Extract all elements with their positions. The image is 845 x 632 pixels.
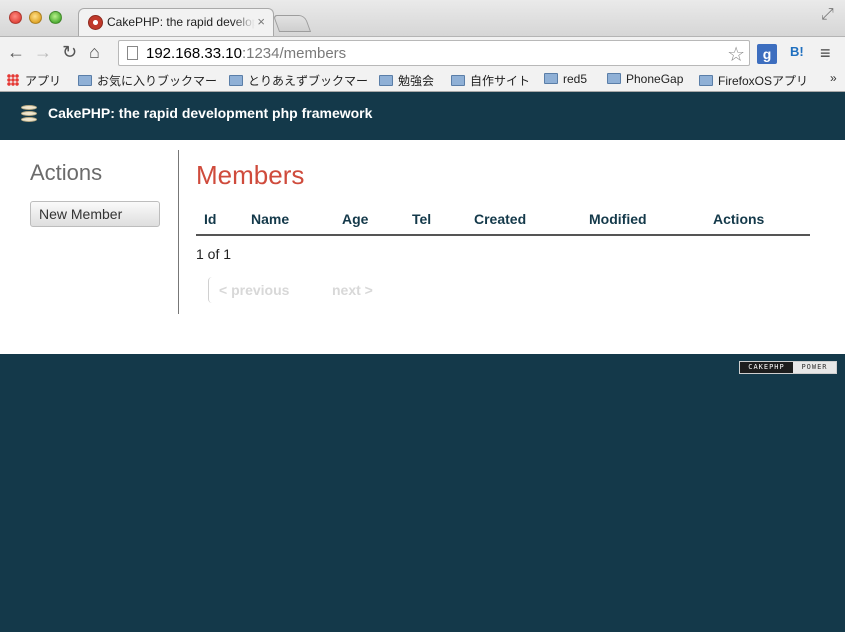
bookmark-label: お気に入りブックマー bbox=[97, 74, 218, 88]
new-tab-button[interactable] bbox=[272, 15, 312, 32]
bookmark-apps[interactable]: アプリ bbox=[7, 72, 61, 89]
bookmark-folder[interactable]: PhoneGap bbox=[607, 72, 683, 86]
page-title: Members bbox=[196, 160, 305, 190]
bookmark-label: FirefoxOSアプリ bbox=[718, 74, 809, 88]
column-header-modified[interactable]: Modified bbox=[589, 211, 647, 227]
folder-icon bbox=[451, 75, 465, 86]
bookmark-label: とりあえずブックマー bbox=[248, 74, 369, 88]
page-icon bbox=[127, 46, 138, 60]
bookmark-folder[interactable]: とりあえずブックマー bbox=[229, 72, 368, 89]
google-extension-icon[interactable]: g bbox=[757, 44, 777, 64]
back-arrow-icon[interactable]: ← bbox=[7, 40, 25, 64]
forward-arrow-icon[interactable]: → bbox=[34, 40, 52, 64]
cake-logo-icon bbox=[21, 105, 37, 123]
members-table-header: Id Name Age Tel Created Modified Actions bbox=[196, 210, 810, 236]
home-icon[interactable]: ⌂ bbox=[89, 40, 100, 64]
browser-titlebar: CakePHP: the rapid development php frame… bbox=[0, 0, 845, 36]
folder-icon bbox=[78, 75, 92, 86]
bookmark-folder[interactable]: 勉強会 bbox=[379, 72, 434, 89]
bookmark-label: PhoneGap bbox=[626, 72, 684, 86]
column-header-age[interactable]: Age bbox=[342, 211, 368, 227]
actions-heading: Actions bbox=[30, 160, 103, 185]
tab-close-icon[interactable]: × bbox=[257, 14, 265, 29]
cakephp-favicon-icon bbox=[88, 15, 103, 30]
reload-icon[interactable]: ↻ bbox=[62, 40, 77, 64]
bookmarks-bar: アプリ お気に入りブックマー とりあえずブックマー 勉強会 自作サイト red5… bbox=[0, 68, 845, 92]
bookmark-label: 自作サイト bbox=[470, 74, 531, 88]
site-header: CakePHP: the rapid development php frame… bbox=[0, 93, 845, 140]
folder-icon bbox=[379, 75, 393, 86]
site-title[interactable]: CakePHP: the rapid development php frame… bbox=[48, 105, 372, 121]
bookmark-folder[interactable]: お気に入りブックマー bbox=[78, 72, 217, 89]
column-header-id[interactable]: Id bbox=[204, 211, 216, 227]
column-header-name[interactable]: Name bbox=[251, 211, 289, 227]
url-host: 192.168.33.10 bbox=[146, 45, 242, 62]
bookmark-folder[interactable]: red5 bbox=[544, 72, 587, 86]
address-bar[interactable]: 192.168.33.10:1234/members ☆ bbox=[118, 40, 750, 66]
folder-icon bbox=[607, 73, 621, 84]
close-window-button[interactable] bbox=[9, 11, 22, 24]
new-member-button[interactable]: New Member bbox=[30, 201, 160, 227]
content-area: Actions New Member Members Id Name Age T… bbox=[0, 140, 845, 354]
badge-left-text: CAKEPHP bbox=[740, 362, 793, 373]
browser-toolbar: ← → ↻ ⌂ 192.168.33.10:1234/members ☆ g B… bbox=[0, 36, 845, 68]
folder-icon bbox=[544, 73, 558, 84]
bookmark-label: red5 bbox=[563, 72, 588, 86]
pagination: < previous next > bbox=[208, 277, 378, 303]
bookmark-label: アプリ bbox=[25, 74, 62, 88]
sidebar-divider bbox=[178, 150, 179, 314]
column-header-created[interactable]: Created bbox=[474, 211, 526, 227]
page-counter: 1 of 1 bbox=[196, 246, 232, 262]
browser-tab[interactable]: CakePHP: the rapid development php frame… bbox=[78, 8, 274, 36]
bookmark-folder[interactable]: FirefoxOSアプリ bbox=[699, 72, 808, 89]
bookmark-star-icon[interactable]: ☆ bbox=[727, 42, 745, 67]
url-text[interactable]: 192.168.33.10:1234/members bbox=[146, 45, 346, 62]
bookmark-folder[interactable]: 自作サイト bbox=[451, 72, 530, 89]
zoom-window-button[interactable] bbox=[49, 11, 62, 24]
tab-title: CakePHP: the rapid development php frame… bbox=[107, 15, 255, 29]
menu-icon[interactable]: ≡ bbox=[820, 43, 831, 63]
badge-right-text: POWER bbox=[793, 362, 836, 373]
apps-icon bbox=[7, 74, 19, 86]
folder-icon bbox=[229, 75, 243, 86]
hatena-bookmark-icon[interactable]: B! bbox=[790, 44, 804, 59]
minimize-window-button[interactable] bbox=[29, 11, 42, 24]
bookmark-label: 勉強会 bbox=[398, 74, 435, 88]
url-port-path: :1234/members bbox=[241, 45, 347, 62]
column-header-actions: Actions bbox=[713, 211, 765, 227]
previous-page-link[interactable]: < previous bbox=[219, 282, 289, 298]
column-header-tel[interactable]: Tel bbox=[412, 211, 431, 227]
bookmarks-overflow-icon[interactable]: » bbox=[830, 71, 837, 85]
fullscreen-icon[interactable]: ⤢ bbox=[821, 6, 834, 24]
site-footer: CAKEPHP POWER bbox=[0, 354, 845, 632]
cakephp-power-badge[interactable]: CAKEPHP POWER bbox=[739, 361, 837, 374]
folder-icon bbox=[699, 75, 713, 86]
next-page-link[interactable]: next > bbox=[332, 282, 373, 298]
